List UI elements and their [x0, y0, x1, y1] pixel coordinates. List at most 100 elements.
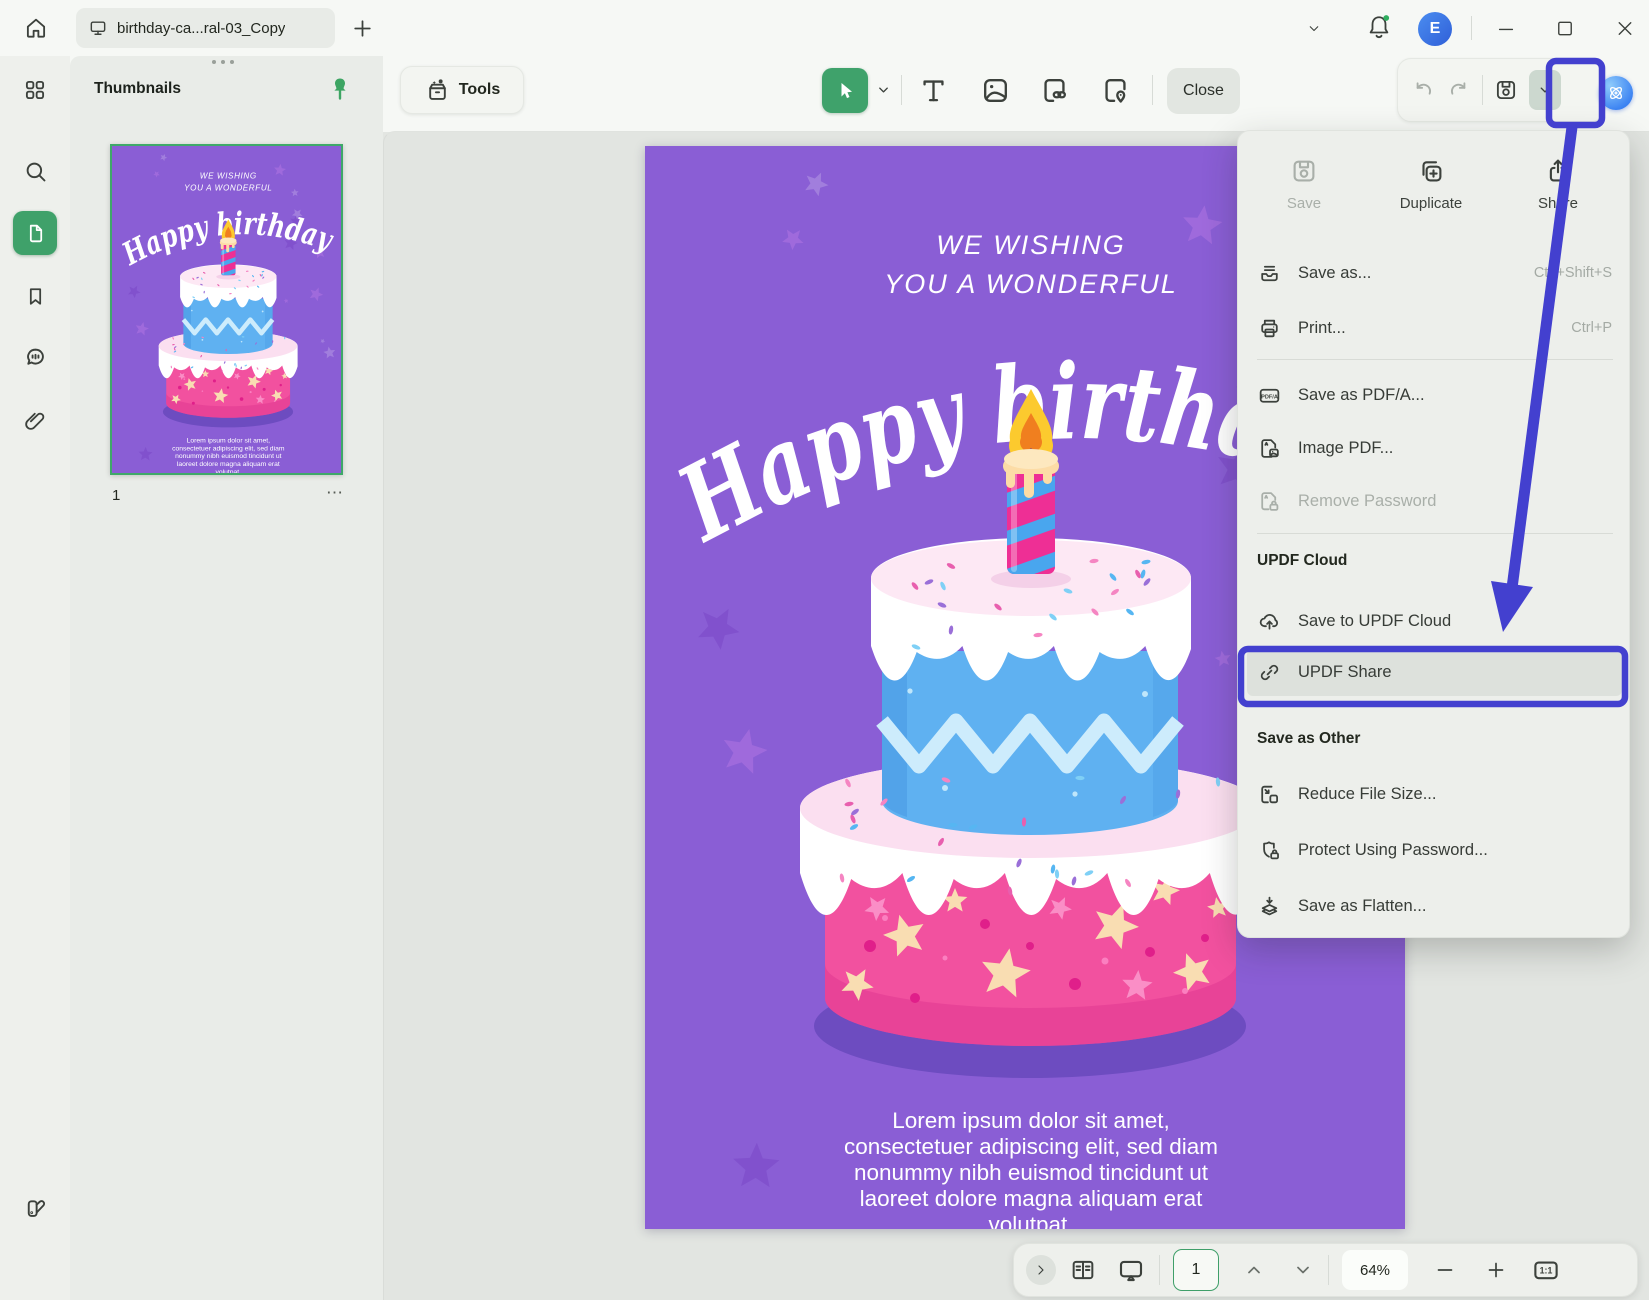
- home-icon: [23, 15, 49, 41]
- save-icon[interactable]: [1493, 77, 1519, 103]
- document-tab[interactable]: birthday-ca...ral-03_Copy: [76, 8, 335, 48]
- statusbar-divider: [1159, 1255, 1160, 1285]
- image-tool-button[interactable]: [979, 74, 1012, 107]
- minimize-button[interactable]: [1494, 18, 1518, 40]
- save-as-icon: [1257, 261, 1282, 286]
- toolbar-divider: [901, 75, 902, 105]
- menu-item-image-pdf[interactable]: Image PDF...: [1245, 428, 1624, 468]
- shield-lock-icon: [1257, 838, 1282, 863]
- search-icon: [22, 158, 49, 185]
- save-floppy-icon: [1289, 156, 1319, 186]
- cursor-icon: [833, 79, 857, 103]
- maximize-icon: [1553, 17, 1577, 40]
- menu-item-protect-using-password[interactable]: Protect Using Password...: [1245, 830, 1624, 870]
- palette-cards-icon: [22, 1194, 49, 1221]
- minimize-icon: [1494, 18, 1518, 40]
- sidebar-item-thumbnails[interactable]: [13, 211, 57, 255]
- page-number-input[interactable]: 1: [1173, 1249, 1219, 1291]
- share-icon: [1543, 156, 1573, 186]
- zoom-out-button[interactable]: [1433, 1258, 1457, 1282]
- select-tool-button[interactable]: [822, 68, 868, 113]
- updf-app-window: WE WISHING YOU A WONDERFUL Happy birthda…: [0, 0, 1649, 1300]
- save-options-expander[interactable]: [1529, 70, 1561, 110]
- menu-item-remove-password[interactable]: Remove Password: [1245, 481, 1624, 521]
- zoom-level-input[interactable]: 64%: [1342, 1250, 1408, 1290]
- thumbnail-page-number: 1: [112, 487, 120, 504]
- menu-section-save-as-other: Save as Other: [1257, 725, 1360, 753]
- chevron-right-icon: [1033, 1262, 1049, 1278]
- menu-item-print[interactable]: Print... Ctrl+P: [1245, 308, 1624, 348]
- pin-panel-button[interactable]: [328, 76, 352, 107]
- chevron-down-icon: [874, 81, 893, 99]
- actual-size-button[interactable]: 1:1: [1531, 1255, 1561, 1285]
- zoom-in-button[interactable]: [1484, 1258, 1508, 1282]
- menu-divider: [1257, 533, 1613, 534]
- monitor-icon: [88, 18, 108, 38]
- ai-sparkle-icon: [1605, 82, 1627, 104]
- pin-page-icon: [1099, 74, 1132, 107]
- tools-box-icon: [424, 77, 451, 104]
- ai-assistant-button[interactable]: [1599, 76, 1633, 110]
- select-tool-expander[interactable]: [874, 81, 893, 99]
- image-tool-icon: [979, 74, 1012, 107]
- redo-icon[interactable]: [1446, 77, 1472, 103]
- save-toolbar-group: [1397, 58, 1605, 122]
- maximize-button[interactable]: [1553, 17, 1577, 40]
- titlebar-collapse-button[interactable]: [1303, 20, 1325, 38]
- close-document-button[interactable]: Close: [1167, 68, 1240, 114]
- toolbar-divider: [1152, 75, 1153, 105]
- sidebar-item-bookmarks[interactable]: [13, 274, 57, 318]
- two-page-view-icon[interactable]: [1069, 1256, 1097, 1284]
- statusbar-divider: [1328, 1255, 1329, 1285]
- reduce-size-icon: [1257, 782, 1282, 807]
- link-tool-button[interactable]: [1038, 74, 1071, 107]
- menu-item-save-as-flatten[interactable]: Save as Flatten...: [1245, 886, 1624, 926]
- sidebar-item-stamps[interactable]: [13, 1185, 57, 1229]
- svg-text:PDF/A: PDF/A: [1261, 394, 1278, 400]
- location-tool-button[interactable]: [1099, 74, 1132, 107]
- sidebar-item-comments[interactable]: [13, 335, 57, 379]
- menu-share-action[interactable]: Share: [1498, 143, 1618, 225]
- menu-save-action[interactable]: Save: [1244, 143, 1364, 225]
- close-window-button[interactable]: [1613, 17, 1637, 40]
- flatten-layers-icon: [1257, 894, 1282, 919]
- thumbnail-row-menu[interactable]: ⋯: [318, 483, 344, 503]
- panel-drag-handle[interactable]: [212, 60, 234, 64]
- tools-button[interactable]: Tools: [400, 66, 524, 114]
- expand-statusbar-button[interactable]: [1026, 1255, 1056, 1285]
- presentation-mode-icon[interactable]: [1116, 1255, 1146, 1285]
- view-status-bar: 1 64% 1:1: [1013, 1243, 1638, 1297]
- home-button[interactable]: [20, 12, 52, 44]
- sidebar-item-apps[interactable]: [13, 68, 57, 112]
- menu-item-save-as[interactable]: Save as... Ctrl+Shift+S: [1245, 253, 1624, 293]
- sidebar-item-attachments[interactable]: [13, 399, 57, 443]
- notifications-button[interactable]: [1364, 11, 1394, 43]
- undo-icon[interactable]: [1410, 77, 1436, 103]
- titlebar-divider: [1471, 16, 1472, 40]
- next-page-button[interactable]: [1291, 1258, 1315, 1282]
- menu-item-save-as-pdfa[interactable]: PDF/A Save as PDF/A...: [1245, 375, 1624, 415]
- menu-duplicate-action[interactable]: Duplicate: [1371, 143, 1491, 225]
- avatar[interactable]: E: [1418, 12, 1452, 46]
- paperclip-icon: [22, 408, 48, 434]
- link-icon: [1257, 660, 1282, 685]
- menu-item-save-to-updf-cloud[interactable]: Save to UPDF Cloud: [1245, 601, 1624, 641]
- chevron-down-icon: [1303, 20, 1325, 38]
- avatar-initial: E: [1430, 20, 1441, 38]
- comment-icon: [22, 344, 49, 371]
- text-tool-button[interactable]: [917, 74, 950, 107]
- new-tab-button[interactable]: [350, 16, 375, 41]
- menu-item-reduce-file-size[interactable]: Reduce File Size...: [1245, 774, 1624, 814]
- previous-page-button[interactable]: [1242, 1258, 1266, 1282]
- page-number-value: 1: [1192, 1261, 1201, 1279]
- tab-title: birthday-ca...ral-03_Copy: [117, 20, 285, 37]
- duplicate-icon: [1416, 156, 1446, 186]
- menu-item-updf-share[interactable]: UPDF Share: [1245, 652, 1624, 692]
- page-thumbnail-1[interactable]: [110, 144, 343, 475]
- close-button-label: Close: [1183, 82, 1224, 100]
- thumbnails-panel-title: Thumbnails: [94, 80, 181, 98]
- sidebar-item-search[interactable]: [13, 149, 57, 193]
- menu-duplicate-label: Duplicate: [1400, 195, 1463, 212]
- chevron-down-icon: [1536, 81, 1554, 99]
- image-pdf-icon: [1257, 436, 1282, 461]
